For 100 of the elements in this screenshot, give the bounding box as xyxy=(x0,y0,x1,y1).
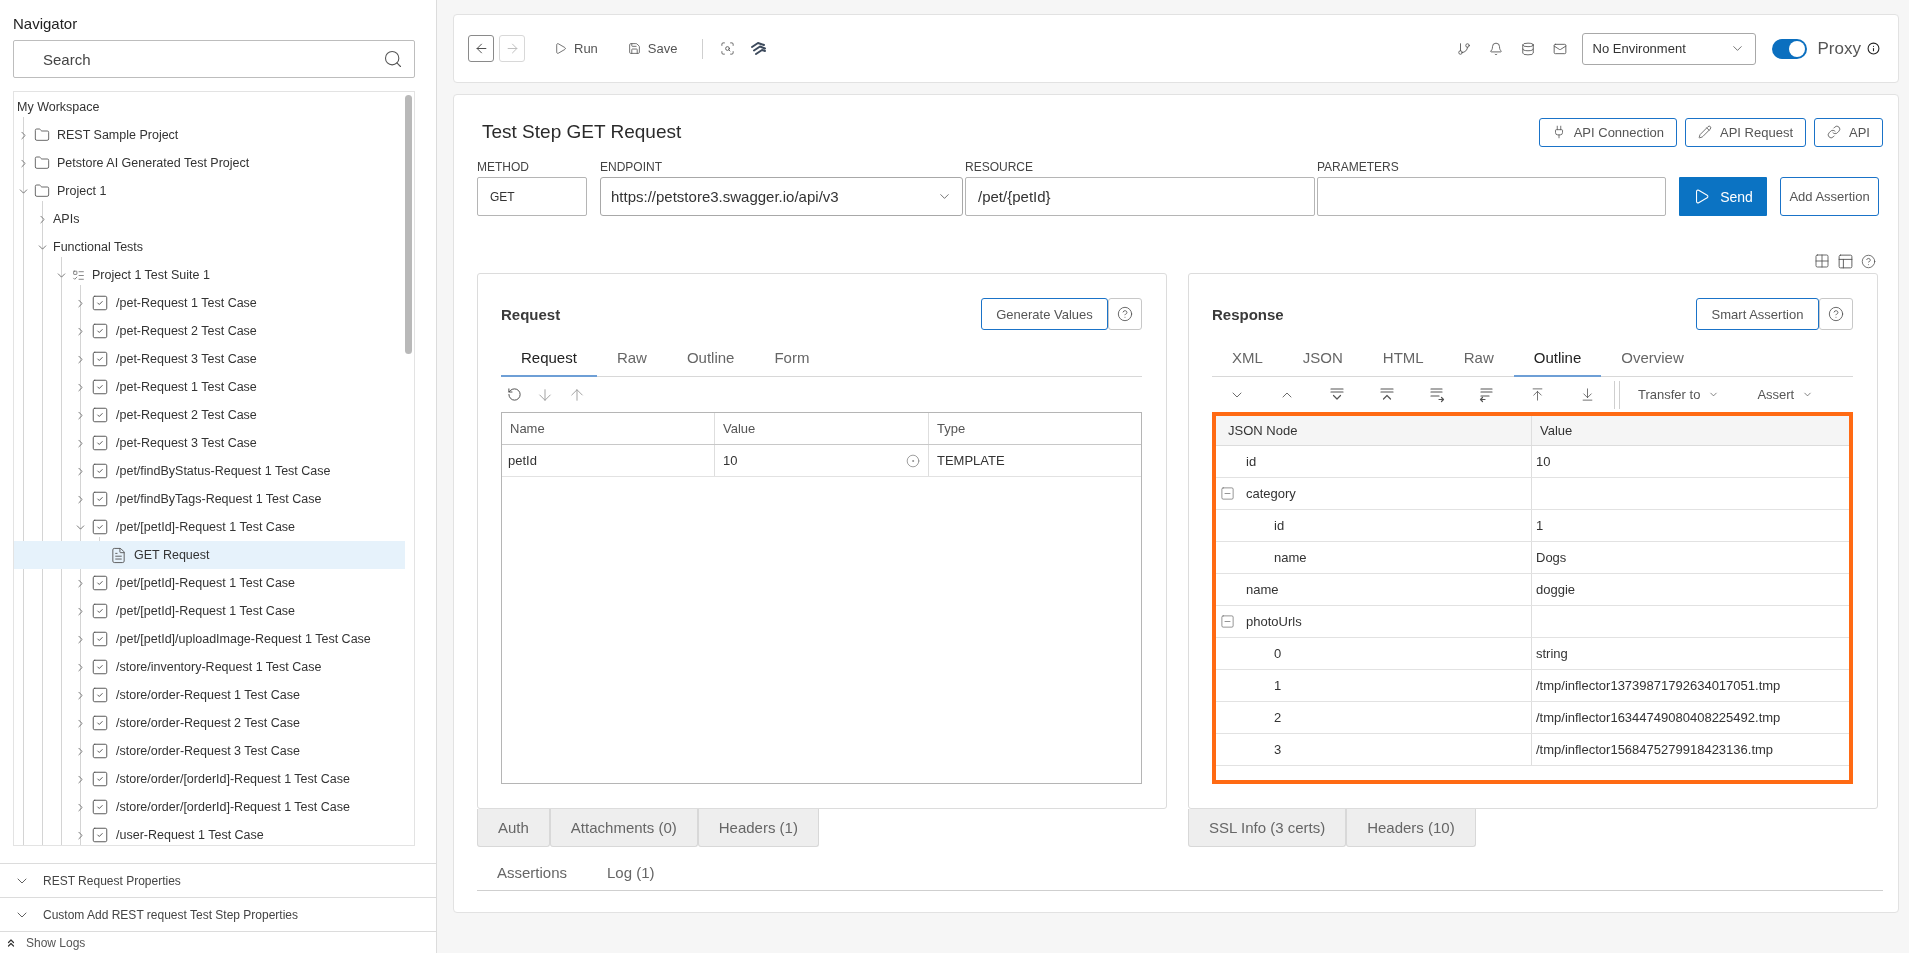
tab[interactable]: Form xyxy=(754,339,830,377)
generate-values-button[interactable]: Generate Values xyxy=(981,298,1108,330)
tab[interactable]: Headers (1) xyxy=(697,809,819,847)
endpoint-select[interactable]: https://petstore3.swagger.io/api/v3 xyxy=(600,177,963,216)
section-header[interactable]: Custom Add REST request Test Step Properties xyxy=(0,897,436,931)
tab[interactable]: SSL Info (3 certs) xyxy=(1188,809,1347,847)
tree-item[interactable]: /pet-Request 1 Test Case xyxy=(14,289,405,317)
tab[interactable]: Raw xyxy=(596,339,667,377)
tree-item[interactable]: Functional Tests xyxy=(14,233,405,261)
tab[interactable]: Headers (10) xyxy=(1346,809,1476,847)
checked-box-icon xyxy=(91,714,109,732)
folder-icon xyxy=(34,155,50,171)
tree-item[interactable]: /store/order-Request 1 Test Case xyxy=(14,681,405,709)
collapse-icon[interactable] xyxy=(1220,486,1235,501)
checked-box-icon xyxy=(91,378,109,396)
lines-chevron-up-icon[interactable] xyxy=(1379,386,1395,403)
circle-dot-icon[interactable] xyxy=(906,453,920,468)
table-cell: 10 xyxy=(723,453,738,468)
api-request-button[interactable]: API Request xyxy=(1685,117,1807,147)
tab[interactable]: Assertions xyxy=(477,856,588,891)
tree-item[interactable]: /pet-Request 3 Test Case xyxy=(14,345,405,373)
tree-item[interactable]: /store/order/[orderId]-Request 1 Test Case xyxy=(14,765,405,793)
json-node-value: 10 xyxy=(1536,454,1551,469)
tree-item[interactable]: /pet-Request 1 Test Case xyxy=(14,373,405,401)
tab[interactable]: JSON xyxy=(1282,339,1363,377)
lines-arrow-left-icon[interactable] xyxy=(1479,386,1495,403)
checked-box-icon xyxy=(91,406,109,424)
help-button[interactable] xyxy=(1819,298,1853,330)
tree-item[interactable]: /pet/[petId]-Request 1 Test Case xyxy=(14,597,405,625)
run-button[interactable]: Run xyxy=(548,35,604,62)
tree-item[interactable]: REST Sample Project xyxy=(14,121,405,149)
collapse-icon[interactable] xyxy=(1220,614,1235,629)
checked-box-icon xyxy=(91,322,109,340)
panel-title: Request xyxy=(501,305,561,323)
api-button[interactable]: API xyxy=(1814,117,1883,147)
smart-assertion-button[interactable]: Smart Assertion xyxy=(1696,298,1819,330)
resource-field[interactable]: /pet/{petId} xyxy=(965,177,1315,216)
tab[interactable]: Request xyxy=(501,339,597,377)
checked-box-icon xyxy=(91,826,109,844)
tree-item[interactable]: Project 1 Test Suite 1 xyxy=(14,261,405,289)
tree-item[interactable]: /user-Request 1 Test Case xyxy=(14,821,405,845)
json-node-key: id xyxy=(1246,454,1257,469)
dropdown-menu[interactable]: Assert xyxy=(1751,387,1820,402)
tree-item[interactable]: /store/order/[orderId]-Request 1 Test Case xyxy=(14,793,405,821)
checked-box-icon xyxy=(91,742,109,760)
tree-item[interactable]: /pet/findByTags-Request 1 Test Case xyxy=(14,485,405,513)
column-header: Type xyxy=(937,421,966,436)
section-header[interactable]: REST Request Properties xyxy=(0,863,436,897)
json-node-key: 2 xyxy=(1274,710,1282,725)
tree-item[interactable]: /pet/findByStatus-Request 1 Test Case xyxy=(14,457,405,485)
tree-item[interactable]: /pet/[petId]/uploadImage-Request 1 Test Case xyxy=(14,625,405,653)
arrow-right-icon xyxy=(504,41,520,56)
add-assertion-button[interactable]: Add Assertion xyxy=(1780,177,1879,216)
checked-box-icon xyxy=(91,602,109,620)
back-button[interactable] xyxy=(468,35,494,62)
parameters-field[interactable] xyxy=(1317,177,1666,216)
tree-item[interactable]: GET Request xyxy=(14,541,405,569)
dropdown-menu[interactable]: Transfer to xyxy=(1632,387,1726,402)
tab[interactable]: Outline xyxy=(666,339,755,377)
field-label: ENDPOINT xyxy=(600,160,662,174)
help-icon xyxy=(1828,306,1844,322)
tab[interactable]: Auth xyxy=(477,809,550,847)
send-button[interactable]: Send xyxy=(1679,177,1767,216)
tree-item[interactable]: /pet/[petId]-Request 1 Test Case xyxy=(14,513,405,541)
undo-button[interactable] xyxy=(505,387,524,402)
tab[interactable]: XML xyxy=(1212,339,1283,377)
tree-item[interactable]: My Workspace xyxy=(14,93,405,121)
tab[interactable]: Outline xyxy=(1513,339,1602,377)
show-logs-button[interactable]: Show Logs xyxy=(0,931,436,953)
environment-select[interactable]: No Environment xyxy=(1581,32,1756,65)
json-node-value: /tmp/inflector1568475279918423136.tmp xyxy=(1536,742,1774,757)
navigator-title: Navigator xyxy=(13,14,78,34)
checked-box-icon xyxy=(91,490,109,508)
info-icon[interactable] xyxy=(1867,42,1880,55)
tab[interactable]: Overview xyxy=(1601,339,1704,377)
method-field[interactable]: GET xyxy=(477,177,587,216)
tab[interactable]: HTML xyxy=(1362,339,1444,377)
tree-item[interactable]: /store/inventory-Request 1 Test Case xyxy=(14,653,405,681)
panel-title: Response xyxy=(1212,305,1284,323)
tab[interactable]: Raw xyxy=(1443,339,1514,377)
save-button[interactable]: Save xyxy=(621,35,684,62)
scrollbar[interactable] xyxy=(405,95,412,354)
tree-item[interactable]: /pet/[petId]-Request 1 Test Case xyxy=(14,569,405,597)
tree-item[interactable]: Petstore AI Generated Test Project xyxy=(14,149,405,177)
field-label: METHOD xyxy=(477,160,529,174)
help-button[interactable] xyxy=(1108,298,1142,330)
tab[interactable]: Log (1) xyxy=(587,856,675,891)
lines-arrow-right-icon[interactable] xyxy=(1429,386,1445,403)
search-icon[interactable] xyxy=(383,49,403,69)
tree-item[interactable]: /pet-Request 2 Test Case xyxy=(14,317,405,345)
tree-item[interactable]: /pet-Request 3 Test Case xyxy=(14,429,405,457)
search-field[interactable]: Search xyxy=(13,40,415,78)
tree-item[interactable]: /store/order-Request 3 Test Case xyxy=(14,737,405,765)
api-connection-button[interactable]: API Connection xyxy=(1538,117,1678,147)
tree-item[interactable]: /store/order-Request 2 Test Case xyxy=(14,709,405,737)
tree-item[interactable]: APIs xyxy=(14,205,405,233)
proxy-toggle[interactable] xyxy=(1771,38,1807,59)
tab[interactable]: Attachments (0) xyxy=(549,809,698,847)
tree-item[interactable]: /pet-Request 2 Test Case xyxy=(14,401,405,429)
tree-item[interactable]: Project 1 xyxy=(14,177,405,205)
